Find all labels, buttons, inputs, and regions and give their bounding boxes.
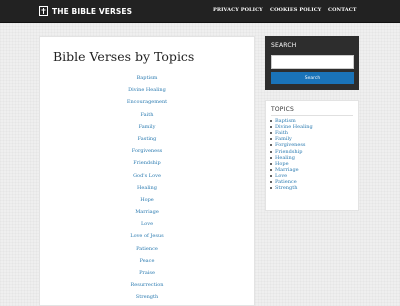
- bullet-icon: [270, 187, 272, 190]
- sidebar-topic-link[interactable]: Strength: [275, 185, 297, 191]
- site-brand-link[interactable]: THE BIBLE VERSES: [39, 5, 132, 17]
- sidebar-topic-link[interactable]: Family: [275, 136, 292, 142]
- sidebar-topic-link[interactable]: Marriage: [275, 167, 299, 173]
- sidebar-topic-link[interactable]: Faith: [275, 130, 288, 136]
- bullet-icon: [270, 168, 272, 171]
- bullet-icon: [270, 132, 272, 135]
- topic-list-item: Love: [40, 214, 254, 227]
- bullet-icon: [270, 126, 272, 129]
- topic-link[interactable]: Strength: [136, 294, 158, 300]
- topic-list-item: Divine Healing: [40, 80, 254, 93]
- sidebar-topic-link[interactable]: Baptism: [275, 118, 296, 124]
- topic-list-item: Encouragement: [40, 92, 254, 105]
- topics-widget: TOPICS Baptism Divine Healing Faith Family F…: [265, 100, 359, 211]
- main-content: Bible Verses by Topics Baptism Divine Hea…: [39, 36, 255, 306]
- topic-list-item: Marriage: [40, 202, 254, 215]
- bible-icon: [39, 6, 48, 16]
- topic-list-item: Friendship: [40, 153, 254, 166]
- topic-list-item: Faith: [40, 105, 254, 118]
- bullet-icon: [270, 138, 272, 141]
- topic-list-item: Peace: [40, 251, 254, 264]
- topic-list-item: Baptism: [40, 68, 254, 81]
- bullet-icon: [270, 120, 272, 123]
- top-navigation-bar: THE BIBLE VERSES PRIVACY POLICY COOKIES …: [0, 0, 400, 23]
- topic-list-item: Healing: [40, 178, 254, 191]
- search-button[interactable]: Search: [271, 72, 354, 84]
- sidebar-topic-link[interactable]: Love: [275, 173, 287, 179]
- topics-widget-title: TOPICS: [271, 106, 294, 113]
- bullet-icon: [270, 156, 272, 159]
- topic-list-item: Hope: [40, 190, 254, 203]
- nav-contact[interactable]: CONTACT: [328, 7, 357, 13]
- bullet-icon: [270, 150, 272, 153]
- topic-list-item: Praise: [40, 263, 254, 276]
- search-input[interactable]: [271, 55, 354, 69]
- topic-list-item: Family: [40, 117, 254, 130]
- sidebar-topic-list: Baptism Divine Healing Faith Family Forgiven…: [270, 118, 313, 191]
- nav-cookies-policy[interactable]: COOKIES POLICY: [270, 7, 321, 13]
- site-brand-name: THE BIBLE VERSES: [52, 6, 133, 16]
- bullet-icon: [270, 144, 272, 147]
- page-title: Bible Verses by Topics: [53, 49, 195, 64]
- bullet-icon: [270, 162, 272, 165]
- topic-list-item: Forgiveness: [40, 141, 254, 154]
- widget-divider: [271, 115, 353, 116]
- topic-list-item: Patience: [40, 239, 254, 252]
- sidebar-topic-link[interactable]: Healing: [275, 155, 295, 161]
- search-widget: SEARCH Search: [265, 36, 359, 90]
- topic-list-item: God's Love: [40, 166, 254, 179]
- topic-list: Baptism Divine Healing Encouragement Faith F…: [40, 68, 254, 300]
- sidebar-topic-link[interactable]: Forgiveness: [275, 142, 306, 148]
- bullet-icon: [270, 180, 272, 183]
- topic-list-item: Fasting: [40, 129, 254, 142]
- topic-list-item: Resurrection: [40, 275, 254, 288]
- sidebar-topic-item: Strength: [270, 185, 313, 191]
- search-widget-title: SEARCH: [271, 42, 297, 49]
- topic-list-item: Strength: [40, 287, 254, 300]
- topic-list-item: Love of Jesus: [40, 226, 254, 239]
- sidebar-topic-link[interactable]: Hope: [275, 161, 289, 167]
- sidebar-topic-link[interactable]: Friendship: [275, 149, 302, 155]
- bullet-icon: [270, 174, 272, 177]
- sidebar-topic-link[interactable]: Divine Healing: [275, 124, 313, 130]
- sidebar-topic-link[interactable]: Patience: [275, 179, 297, 185]
- nav-privacy-policy[interactable]: PRIVACY POLICY: [213, 7, 263, 13]
